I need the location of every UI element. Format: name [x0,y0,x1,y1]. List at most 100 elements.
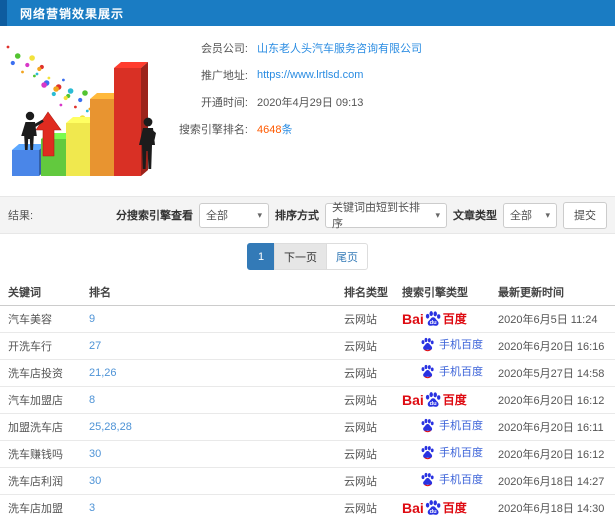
engine-rank-count-label: 搜索引擎排名: [178,123,248,136]
table-row: 加盟洗车店 25,28,28 云网站 手机百度 2020年6月20日 16:11 [0,413,615,441]
mobile-baidu-label: 手机百度 [439,474,483,487]
rank-link[interactable]: 27 [89,340,101,352]
baidu-paw-icon: du [425,310,441,326]
rank-cell: 30 [89,467,344,495]
rank-link[interactable]: 25,28,28 [89,421,132,433]
mobile-baidu-paw-icon [421,445,434,459]
member-info: 会员公司: 山东老人头汽车服务咨询有限公司 推广地址: https://www.lrt… [148,34,422,142]
updated-time-cell: 2020年5月27日 14:58 [498,359,615,387]
baidu-logo-bai: Bai [402,499,424,516]
rank-link[interactable]: 8 [89,394,95,406]
submit-button[interactable]: 提交 [563,201,607,229]
rank-type-cell: 云网站 [344,305,402,333]
table-row: 汽车加盟店 8 云网站 Bai du 百度 2020年6月20日 16:12 [0,386,615,414]
mobile-baidu-label: 手机百度 [439,420,483,433]
chevron-down-icon: ▾ [257,209,262,220]
promotion-url-value[interactable]: https://www.lrtlsd.com [257,69,363,81]
keyword-cell: 加盟洗车店 [0,413,89,441]
next-page-button[interactable]: 下一页 [274,243,327,270]
engine-rank-count-number: 4648 [257,123,282,136]
engine-type-cell: 手机百度 [402,332,498,360]
rank-link[interactable]: 30 [89,475,101,487]
keyword-cell: 汽车加盟店 [0,386,89,414]
keyword-cell: 洗车店利润 [0,467,89,495]
mobile-baidu-label: 手机百度 [439,366,483,379]
table-header-row: 关键词 排名 排名类型 搜索引擎类型 最新更新时间 [0,279,615,306]
page-1-button[interactable]: 1 [247,243,275,270]
mobile-baidu-logo: 手机百度 [420,363,483,379]
updated-time-cell: 2020年6月18日 14:27 [498,467,615,495]
page-title: 网络营销效果展示 [20,6,125,21]
sort-label: 排序方式 [275,210,319,222]
mobile-baidu-paw-icon [421,364,434,378]
open-time-value: 2020年4月29日 09:13 [257,96,364,109]
engine-type-cell: 手机百度 [402,440,498,468]
rank-cell: 30 [89,440,344,468]
keyword-cell: 洗车赚钱吗 [0,440,89,468]
pagination: 1 下一页 尾页 [0,234,615,279]
title-bar: 网络营销效果展示 [0,0,615,26]
summary-section: 会员公司: 山东老人头汽车服务咨询有限公司 推广地址: https://www.lrt… [0,26,615,196]
baidu-logo-cn: 百度 [442,311,467,326]
rank-cell: 9 [89,305,344,333]
table-row: 汽车美容 9 云网站 Bai du 百度 2020年6月5日 11:24 [0,305,615,333]
mobile-baidu-label: 手机百度 [439,339,483,352]
rank-cell: 25,28,28 [89,413,344,441]
rank-type-cell: 云网站 [344,413,402,441]
rank-link[interactable]: 3 [89,502,95,514]
engine-select-value: 全部 [206,210,228,222]
page: 网络营销效果展示 会员公司: 山东老人头汽车服务咨询有限公司 推广地址: htt… [0,0,615,520]
mobile-baidu-logo: 手机百度 [420,471,483,487]
filter-bar: 结果: 分搜索引擎查看 全部 ▾ 排序方式 关键词由短到长排序 ▾ 文章类型 全… [0,196,615,234]
svg-text:du: du [429,401,437,407]
rank-cell: 27 [89,332,344,360]
rank-type-cell: 云网站 [344,386,402,414]
mobile-baidu-paw-icon [421,472,434,486]
updated-time-cell: 2020年6月20日 16:16 [498,332,615,360]
article-select-value: 全部 [510,210,532,222]
column-header-1: 排名 [89,279,344,306]
engine-select[interactable]: 全部 ▾ [199,202,269,228]
engine-filter-label: 分搜索引擎查看 [116,210,193,222]
updated-time-cell: 2020年6月5日 11:24 [498,305,615,333]
rank-link[interactable]: 9 [89,313,95,325]
confetti-dots [6,45,100,123]
sort-select[interactable]: 关键词由短到长排序 ▾ [325,202,447,230]
results-table: 关键词 排名 排名类型 搜索引擎类型 最新更新时间 汽车美容 9 云网站 Bai du 百度 202… [0,279,615,520]
rank-type-cell: 云网站 [344,494,402,520]
baidu-logo-bai: Bai [402,391,424,408]
table-row: 洗车店投资 21,26 云网站 手机百度 2020年5月27日 14:58 [0,359,615,387]
rank-cell: 8 [89,386,344,414]
rank-link[interactable]: 21,26 [89,367,117,379]
keyword-cell: 洗车店投资 [0,359,89,387]
updated-time-cell: 2020年6月18日 14:30 [498,494,615,520]
engine-type-cell: Bai du 百度 [402,494,498,520]
info-row-open-time: 开通时间: 2020年4月29日 09:13 [148,88,422,115]
engine-rank-count-suffix: 条 [281,123,293,136]
baidu-logo: Bai du 百度 [402,310,467,328]
last-page-button[interactable]: 尾页 [326,243,368,270]
chevron-down-icon: ▾ [435,209,440,220]
info-row-engine-rank-count: 搜索引擎排名: 4648条 [148,115,422,142]
engine-type-cell: Bai du 百度 [402,305,498,333]
promotion-url-label: 推广地址: [200,69,248,82]
rank-type-cell: 云网站 [344,359,402,387]
table-row: 开洗车行 27 云网站 手机百度 2020年6月20日 16:16 [0,332,615,360]
baidu-paw-icon: du [425,499,441,515]
updated-time-cell: 2020年6月20日 16:11 [498,413,615,441]
rank-type-cell: 云网站 [344,332,402,360]
engine-rank-count-value[interactable]: 4648条 [257,121,292,137]
keyword-cell: 汽车美容 [0,305,89,333]
mobile-baidu-logo: 手机百度 [420,444,483,460]
baidu-logo: Bai du 百度 [402,391,467,409]
member-company-value[interactable]: 山东老人头汽车服务咨询有限公司 [257,40,422,56]
result-label: 结果: [8,210,34,222]
rank-link[interactable]: 30 [89,448,101,460]
engine-type-cell: 手机百度 [402,413,498,441]
updated-time-cell: 2020年6月20日 16:12 [498,440,615,468]
column-header-4: 最新更新时间 [498,279,615,306]
article-type-select[interactable]: 全部 ▾ [503,202,557,228]
baidu-logo-cn: 百度 [442,392,467,407]
baidu-paw-icon: du [425,391,441,407]
column-header-0: 关键词 [0,279,89,306]
